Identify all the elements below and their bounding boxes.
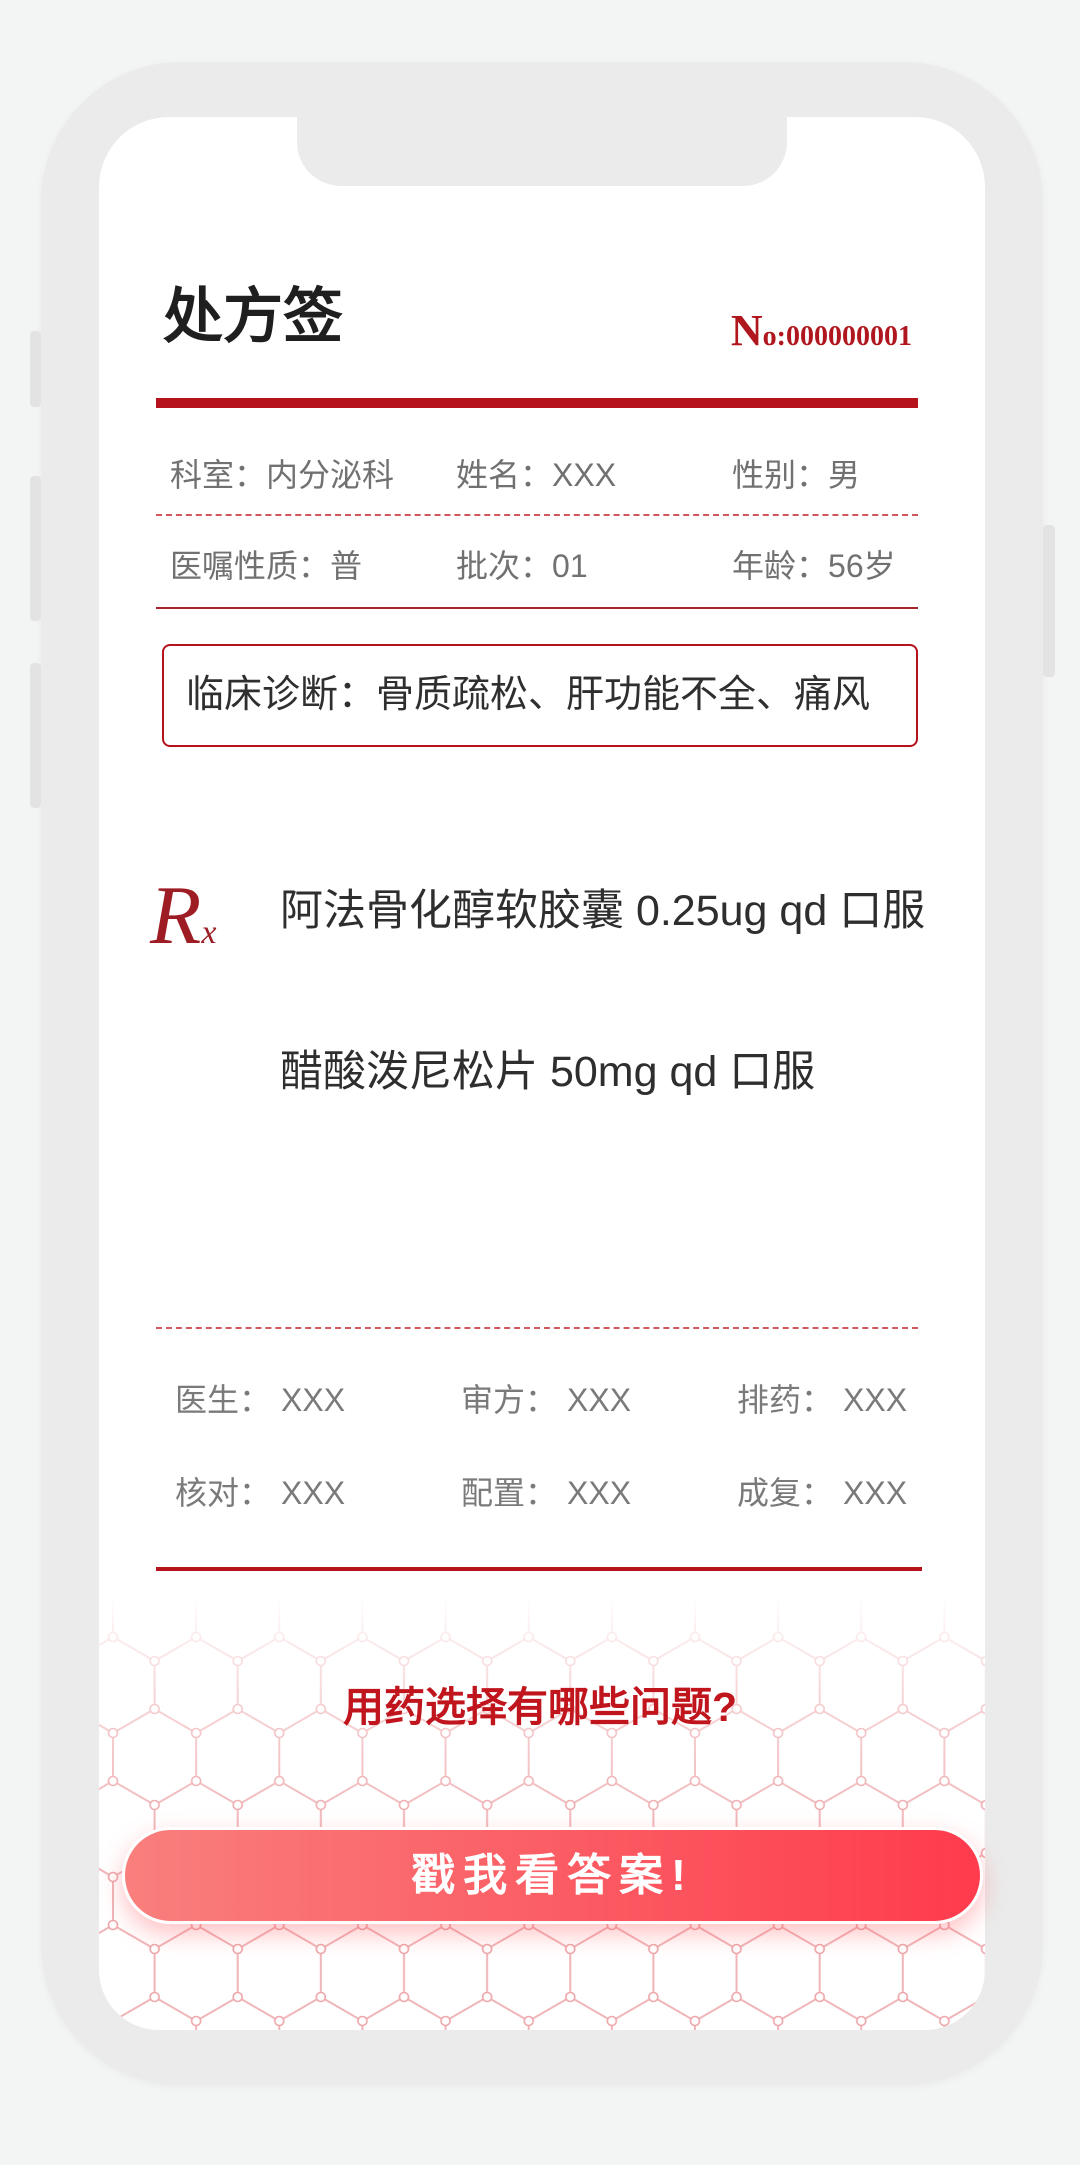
checker-label: 核对： (175, 1475, 272, 1511)
info-row: 科室：内分泌科 姓名：XXX 性别：男 (0, 456, 1080, 494)
diagnosis-value: 骨质疏松、肝功能不全、痛风 (376, 674, 871, 716)
department-field: 科室：内分泌科 (170, 456, 394, 494)
recheck-label: 成复： (737, 1475, 834, 1511)
info-divider (156, 607, 918, 609)
dispenser-label: 排药： (737, 1382, 834, 1418)
dashed-divider (156, 1327, 918, 1329)
department-value: 内分泌科 (266, 457, 395, 493)
prescription-title: 处方签 (163, 282, 343, 352)
dashed-divider (156, 514, 918, 516)
phone-notch (297, 110, 787, 186)
doctor-value: XXX (281, 1382, 346, 1418)
info-row: 医嘱性质：普 批次：01 年龄：56岁 (0, 547, 1080, 585)
dispenser-value: XXX (843, 1382, 908, 1418)
header-divider (156, 398, 918, 408)
show-answer-button[interactable]: 戳我看答案! (122, 1827, 983, 1924)
prescription-number: No:000000001 (731, 306, 912, 356)
hexagon-pattern-background (99, 1595, 985, 2030)
batch-value: 01 (552, 548, 588, 584)
question-text: 用药选择有哪些问题? (342, 1684, 738, 1730)
batch-field: 批次：01 (456, 547, 588, 585)
phone-side-button (30, 663, 41, 808)
order-type-field: 医嘱性质：普 (170, 547, 362, 585)
age-field: 年龄：56岁 (732, 547, 896, 585)
name-value: XXX (552, 457, 617, 493)
recheck-value: XXX (843, 1475, 908, 1511)
age-label: 年龄： (732, 548, 829, 584)
name-field: 姓名：XXX (456, 456, 616, 494)
prescription-number-text: No:000000001 (730, 306, 912, 355)
diagnosis-label: 临床诊断： (186, 674, 377, 716)
age-value: 56岁 (828, 548, 896, 584)
batch-label: 批次： (456, 548, 553, 584)
checker-value: XXX (281, 1475, 346, 1511)
diagnosis-text: 临床诊断：骨质疏松、肝功能不全、痛风 (186, 646, 870, 745)
staff-row: 核对： XXX 配置： XXX 成复： XXX (0, 1474, 1080, 1512)
department-label: 科室： (170, 457, 267, 493)
compounder-value: XXX (567, 1475, 632, 1511)
drug-item: 阿法骨化醇软胶囊 0.25ug qd 口服 (280, 887, 926, 935)
gender-value: 男 (828, 457, 861, 493)
gender-label: 性别： (732, 457, 829, 493)
gender-field: 性别：男 (732, 456, 860, 494)
phone-side-button (30, 331, 41, 407)
drug-item: 醋酸泼尼松片 50mg qd 口服 (280, 1048, 816, 1096)
order-type-value: 普 (330, 548, 363, 584)
name-label: 姓名： (456, 457, 553, 493)
diagnosis-box: 临床诊断：骨质疏松、肝功能不全、痛风 (162, 644, 918, 747)
rx-symbol: Rx (150, 869, 217, 962)
doctor-label: 医生： (175, 1382, 272, 1418)
order-type-label: 医嘱性质： (170, 548, 331, 584)
staff-row: 医生： XXX 审方： XXX 排药： XXX (0, 1381, 1080, 1419)
reviewer-value: XXX (567, 1382, 632, 1418)
footer-divider (156, 1567, 922, 1571)
reviewer-label: 审方： (461, 1382, 558, 1418)
compounder-label: 配置： (461, 1475, 558, 1511)
